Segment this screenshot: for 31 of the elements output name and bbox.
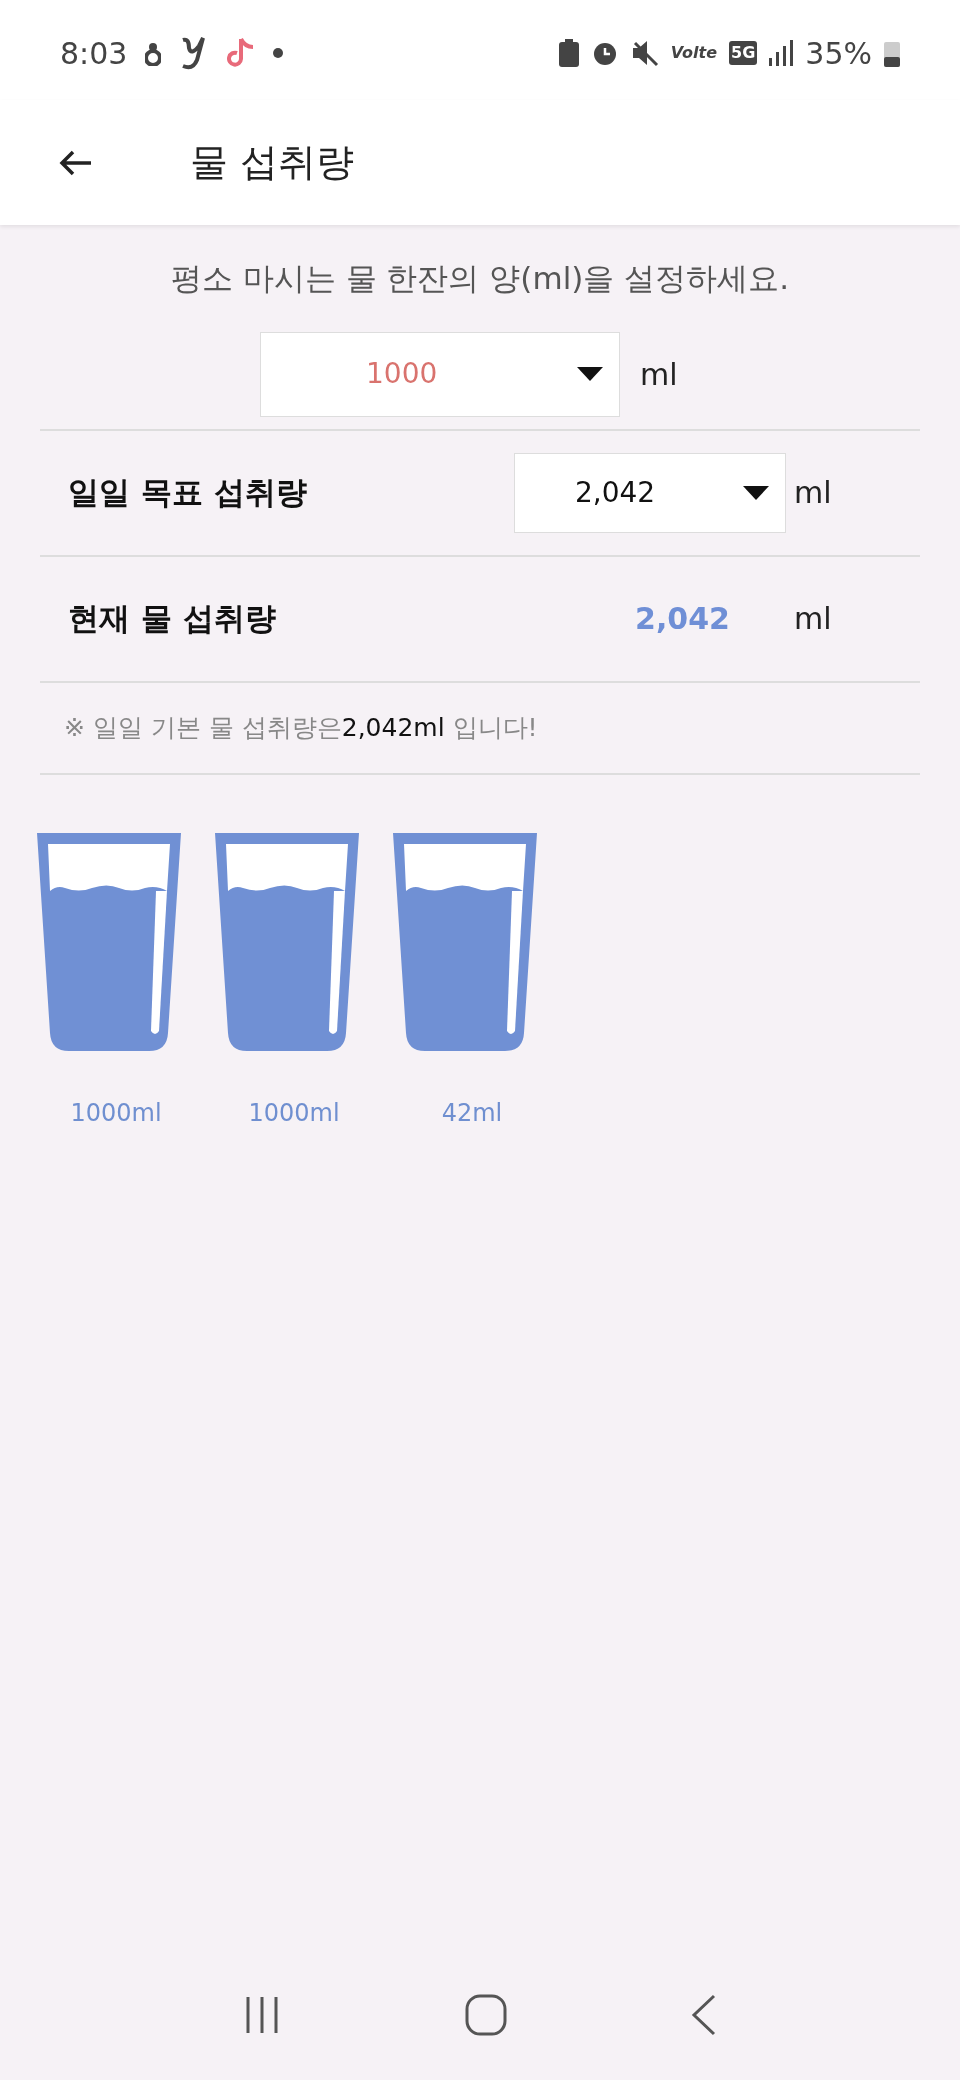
water-glass-icon: [393, 832, 537, 1051]
signal-icon: [769, 40, 794, 66]
unit-label: ml: [793, 600, 833, 638]
page-title: 물 섭취량: [190, 139, 355, 186]
notification-icon: [145, 40, 162, 66]
water-glass-icon: [37, 832, 181, 1051]
row-label: 현재 물 섭취량: [68, 599, 277, 639]
status-time: 8:03: [60, 34, 128, 73]
water-glass-icon: [215, 832, 359, 1051]
glass-amount: 42ml: [441, 1097, 503, 1129]
unit-label: ml: [793, 474, 833, 512]
note-text: ※ 일일 기본 물 섭취량은2,042ml 입니다!: [64, 711, 538, 744]
instruction-text: 평소 마시는 물 한잔의 양(ml)을 설정하세요.: [170, 259, 790, 298]
volte-label: Volte: [670, 42, 718, 64]
mute-icon: [630, 39, 659, 67]
row-label: 일일 목표 섭취량: [68, 473, 308, 513]
unit-label: ml: [640, 355, 679, 394]
battery-saver-icon: [558, 39, 579, 67]
current-intake-value: 2,042: [634, 600, 731, 638]
battery-percent: 35%: [805, 34, 872, 73]
music-note-icon: [227, 37, 256, 69]
caret-icon: [743, 485, 769, 500]
battery-icon: [884, 39, 900, 67]
dot-icon: [273, 48, 284, 58]
glass-amount: 1000ml: [248, 1097, 340, 1129]
network-label: 5G: [729, 41, 758, 65]
home-icon: [465, 1994, 507, 2036]
glass-amount: 1000ml: [70, 1097, 162, 1129]
goal-dropdown[interactable]: 2,042: [514, 452, 786, 533]
caret-icon: [577, 367, 603, 381]
back-arrow-icon: [59, 148, 93, 177]
